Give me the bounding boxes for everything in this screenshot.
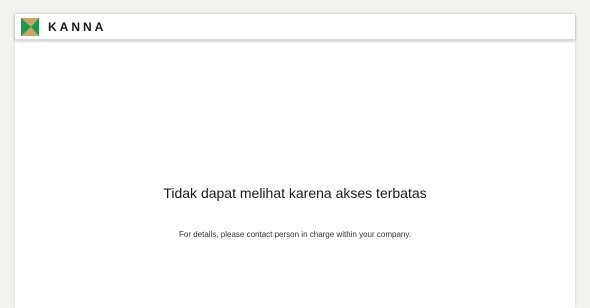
brand-logo[interactable]: KANNA (21, 18, 106, 36)
contact-details-text: For details, please contact person in ch… (179, 230, 411, 239)
kanna-logo-icon (21, 18, 39, 36)
main-content: Tidak dapat melihat karena akses terbata… (15, 40, 575, 308)
app-header: KANNA (15, 14, 575, 40)
access-restricted-message: Tidak dapat melihat karena akses terbata… (163, 185, 427, 201)
app-window: KANNA Tidak dapat melihat karena akses t… (15, 14, 575, 308)
brand-name: KANNA (48, 20, 107, 34)
